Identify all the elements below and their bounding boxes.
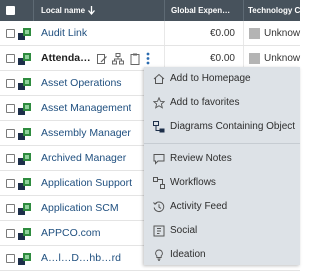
menu-item-label: Add to favorites xyxy=(170,97,240,108)
menu-item-workflows[interactable]: Workflows xyxy=(144,171,300,195)
row-checkbox[interactable] xyxy=(6,54,15,63)
application-name[interactable]: APPCO.com xyxy=(41,221,131,246)
menu-item-review-notes[interactable]: Review Notes xyxy=(144,147,300,171)
status-swatch xyxy=(249,53,260,64)
application-name[interactable]: Audit Link xyxy=(41,21,131,46)
column-separator xyxy=(164,0,165,21)
edit-note-icon[interactable] xyxy=(96,53,108,65)
menu-item-add-to-favorites[interactable]: Add to favorites xyxy=(144,91,300,115)
menu-item-activity-feed[interactable]: Activity Feed xyxy=(144,195,300,219)
history-icon xyxy=(153,201,165,213)
application-icon xyxy=(18,28,31,40)
application-name[interactable]: Assembly Manager xyxy=(41,121,131,146)
home-icon xyxy=(153,73,165,84)
column-header-global-expenses[interactable]: Global Expen… xyxy=(171,0,243,21)
technology-value: Unknow xyxy=(264,28,301,39)
global-expense-value: €0.00 xyxy=(209,28,235,39)
application-icon xyxy=(18,78,31,90)
application-icon xyxy=(18,178,31,190)
comment-icon xyxy=(153,154,165,165)
row-checkbox[interactable] xyxy=(6,179,15,188)
row-tools xyxy=(96,52,151,65)
star-icon xyxy=(153,97,165,109)
row-checkbox[interactable] xyxy=(6,204,15,213)
row-checkbox[interactable] xyxy=(6,29,15,38)
column-header-technology[interactable]: Technology Co xyxy=(248,0,300,21)
menu-item-label: Review Notes xyxy=(170,153,232,164)
select-all-checkbox[interactable] xyxy=(6,6,15,15)
application-name[interactable]: A…l…D…hb…rd xyxy=(41,246,131,271)
table-row[interactable]: Audit Link €0.00 Unknow xyxy=(0,21,300,46)
menu-item-ideation[interactable]: Ideation xyxy=(144,243,300,267)
application-name[interactable]: Asset Operations xyxy=(41,71,131,96)
menu-item-add-to-homepage[interactable]: Add to Homepage xyxy=(144,67,300,91)
application-name[interactable]: Attenda… xyxy=(41,46,95,71)
status-swatch xyxy=(249,28,260,39)
application-icon xyxy=(18,153,31,165)
menu-item-label: Social xyxy=(170,225,198,236)
context-menu: Add to Homepage Add to favorites Diagram… xyxy=(144,67,300,265)
application-icon xyxy=(18,53,31,65)
column-header-local-name[interactable]: Local name xyxy=(41,0,101,21)
diagram-icon xyxy=(153,121,165,133)
social-icon xyxy=(153,225,165,237)
application-name[interactable]: Application SCM xyxy=(41,196,131,221)
clipboard-icon[interactable] xyxy=(129,53,141,65)
workflow-icon xyxy=(153,177,165,189)
row-checkbox[interactable] xyxy=(6,254,15,263)
menu-item-diagrams-containing-object[interactable]: Diagrams Containing Object xyxy=(144,115,300,139)
lightbulb-icon xyxy=(155,249,163,261)
row-checkbox[interactable] xyxy=(6,229,15,238)
menu-item-label: Diagrams Containing Object xyxy=(170,121,296,132)
application-icon xyxy=(18,253,31,265)
column-separator xyxy=(33,0,34,21)
application-icon xyxy=(18,203,31,215)
menu-item-label: Ideation xyxy=(170,249,206,260)
menu-item-label: Add to Homepage xyxy=(170,73,251,84)
table-header: Local name Global Expen… Technology Co xyxy=(0,0,300,21)
arrow-down-icon xyxy=(88,6,95,15)
application-icon xyxy=(18,228,31,240)
more-options-icon[interactable] xyxy=(145,52,151,65)
menu-divider xyxy=(144,143,300,144)
hierarchy-icon[interactable] xyxy=(112,53,125,65)
menu-item-label: Activity Feed xyxy=(170,201,228,212)
menu-item-social[interactable]: Social xyxy=(144,219,300,243)
column-header-label: Local name xyxy=(41,6,86,15)
menu-item-label: Workflows xyxy=(170,177,216,188)
row-checkbox[interactable] xyxy=(6,104,15,113)
application-name[interactable]: Archived Manager xyxy=(41,146,131,171)
column-separator xyxy=(243,0,244,21)
application-name[interactable]: Asset Management xyxy=(41,96,131,121)
row-checkbox[interactable] xyxy=(6,129,15,138)
application-icon xyxy=(18,103,31,115)
application-icon xyxy=(18,128,31,140)
row-checkbox[interactable] xyxy=(6,154,15,163)
row-checkbox[interactable] xyxy=(6,79,15,88)
application-name[interactable]: Application Support xyxy=(41,171,141,196)
